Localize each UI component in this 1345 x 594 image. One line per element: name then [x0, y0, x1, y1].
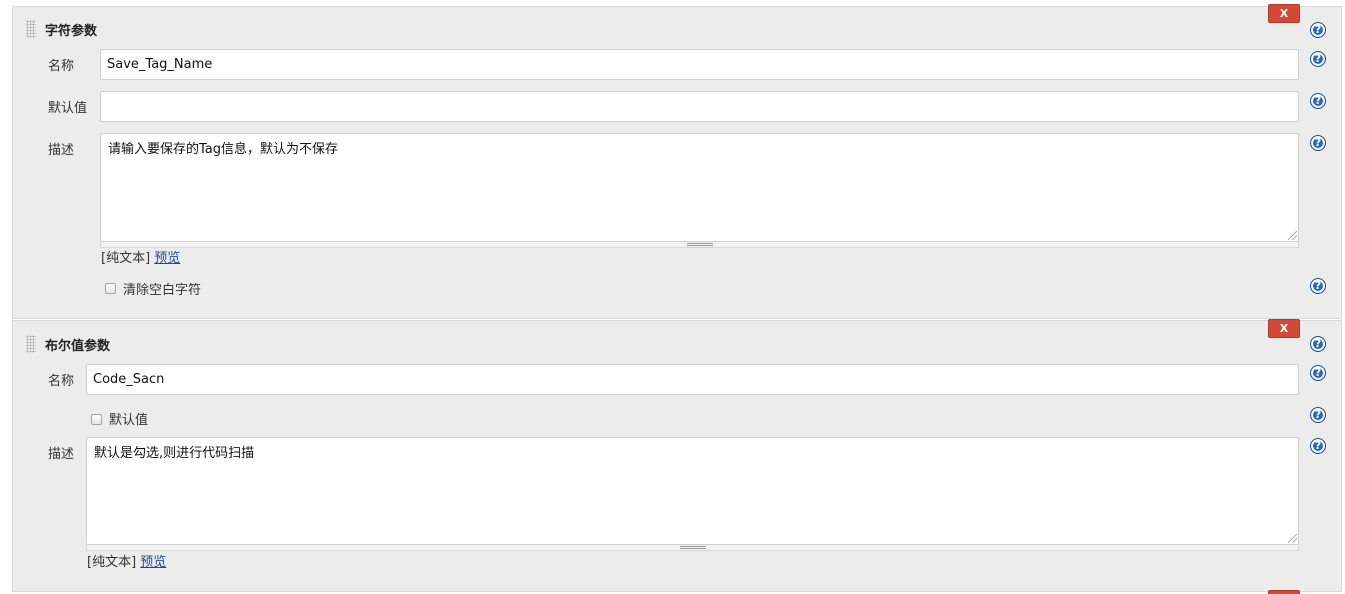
help-icon[interactable]: [1310, 407, 1326, 423]
trim-whitespace-checkbox[interactable]: [105, 283, 116, 294]
help-icon[interactable]: [1310, 51, 1326, 67]
preview-link[interactable]: 预览: [154, 251, 180, 266]
help-icon[interactable]: [1310, 365, 1326, 381]
drag-handle-icon[interactable]: [26, 335, 36, 353]
help-icon[interactable]: [1310, 438, 1326, 454]
textarea-resize-bar[interactable]: [100, 242, 1299, 248]
default-value-checkbox[interactable]: [91, 414, 102, 425]
string-parameter-section: 字符参数 名称 默认值 描述 请输入要保存的Tag信息，默认为不保存 [纯文本]…: [12, 4, 1342, 319]
help-icon[interactable]: [1310, 336, 1326, 352]
trim-whitespace-label: 清除空白字符: [123, 283, 202, 298]
format-links: [纯文本] 预览: [87, 551, 166, 570]
format-plain-text: [纯文本]: [101, 251, 151, 266]
resize-icon[interactable]: [1288, 534, 1297, 543]
help-icon[interactable]: [1310, 93, 1326, 109]
boolean-parameter-section: 布尔值参数 名称 默认值 描述 默认是勾选,则进行代码扫描 [纯文本] 预览 X: [12, 319, 1342, 592]
drag-handle-icon[interactable]: [26, 20, 36, 38]
remove-parameter-button[interactable]: [1268, 590, 1300, 594]
preview-link[interactable]: 预览: [140, 555, 166, 570]
format-links: [纯文本] 预览: [101, 247, 180, 266]
section-title: 字符参数: [45, 24, 98, 39]
description-textarea[interactable]: 默认是勾选,则进行代码扫描: [86, 437, 1299, 545]
name-label: 名称: [48, 59, 75, 74]
section-title: 布尔值参数: [45, 339, 111, 354]
textarea-resize-bar[interactable]: [86, 545, 1299, 551]
resize-icon[interactable]: [1288, 231, 1297, 240]
name-label: 名称: [48, 374, 75, 389]
help-icon[interactable]: [1310, 22, 1326, 38]
format-plain-text: [纯文本]: [87, 555, 137, 570]
description-label: 描述: [48, 143, 75, 158]
name-input[interactable]: [100, 49, 1299, 80]
description-textarea[interactable]: 请输入要保存的Tag信息，默认为不保存: [100, 133, 1299, 242]
remove-parameter-button[interactable]: X: [1268, 319, 1300, 338]
help-icon[interactable]: [1310, 135, 1326, 151]
name-input[interactable]: [86, 364, 1299, 395]
help-icon[interactable]: [1310, 278, 1326, 294]
default-value-input[interactable]: [100, 91, 1299, 122]
default-value-label: 默认值: [109, 413, 149, 428]
default-value-label: 默认值: [48, 101, 88, 116]
description-label: 描述: [48, 447, 75, 462]
remove-parameter-button[interactable]: X: [1268, 4, 1300, 23]
